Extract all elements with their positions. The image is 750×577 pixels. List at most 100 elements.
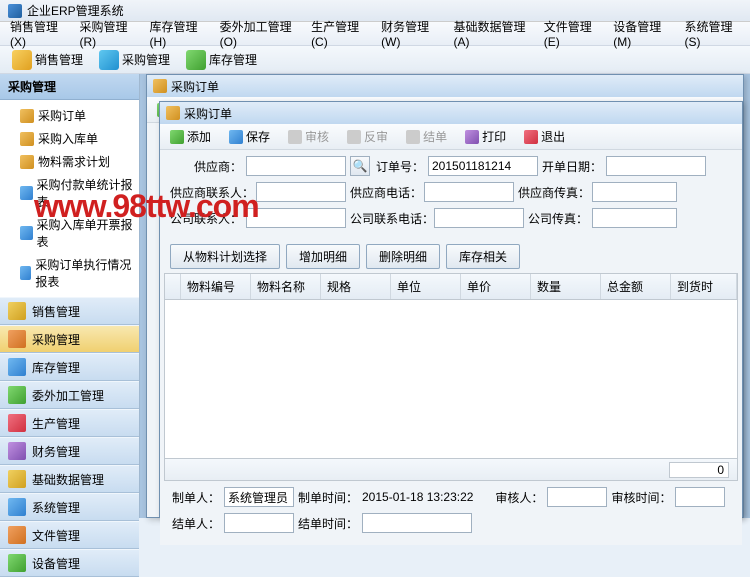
mdi-area: 采购订单 添加采购订单 编辑采购订单 删除 退出 采购订单 添加 保存 审核 反… bbox=[140, 74, 750, 518]
menu-basedata[interactable]: 基础数据管理(A) bbox=[448, 15, 536, 52]
tree-purchase-order[interactable]: 采购订单 bbox=[0, 104, 139, 127]
report-icon bbox=[20, 186, 33, 200]
order-lines-grid[interactable]: 物料编号 物料名称 规格 单位 单价 数量 总金额 到货时 0 bbox=[164, 273, 738, 481]
inner-toolbar: 添加 保存 审核 反审 结单 打印 退出 bbox=[160, 124, 742, 150]
stock-icon bbox=[186, 50, 206, 70]
equipment-icon bbox=[8, 554, 26, 572]
col-unit[interactable]: 单位 bbox=[391, 274, 461, 299]
date-label: 开单日期： bbox=[542, 158, 602, 175]
nav-equipment[interactable]: 设备管理 bbox=[0, 549, 139, 577]
supplier-contact-input[interactable] bbox=[256, 182, 346, 202]
company-phone-input[interactable] bbox=[434, 208, 524, 228]
from-plan-button[interactable]: 从物料计划选择 bbox=[170, 244, 280, 269]
tree-purchase-in[interactable]: 采购入库单 bbox=[0, 127, 139, 150]
supplier-contact-label: 供应商联系人： bbox=[170, 184, 252, 201]
order-footer-form: 制单人： 制单时间： 2015-01-18 13:23:22 审核人： 审核时间… bbox=[160, 481, 742, 545]
grid-body[interactable] bbox=[165, 300, 737, 458]
col-spec[interactable]: 规格 bbox=[321, 274, 391, 299]
nav-files[interactable]: 文件管理 bbox=[0, 521, 139, 549]
sidebar-tree: 采购订单 采购入库单 物料需求计划 采购付款单统计报表 采购入库单开票报表 采购… bbox=[0, 100, 139, 297]
grid-total: 0 bbox=[669, 462, 729, 478]
tree-material-req[interactable]: 物料需求计划 bbox=[0, 150, 139, 173]
tree-exec-report[interactable]: 采购订单执行情况报表 bbox=[0, 253, 139, 293]
print-button[interactable]: 打印 bbox=[461, 126, 510, 147]
nav-production[interactable]: 生产管理 bbox=[0, 409, 139, 437]
date-input[interactable] bbox=[606, 156, 706, 176]
supplier-input[interactable] bbox=[246, 156, 346, 176]
company-contact-label: 公司联系人： bbox=[170, 210, 242, 227]
closetime-input[interactable] bbox=[362, 513, 472, 533]
stock-icon bbox=[8, 358, 26, 376]
nav-purchase[interactable]: 采购管理 bbox=[0, 325, 139, 353]
col-qty[interactable]: 数量 bbox=[531, 274, 601, 299]
company-fax-input[interactable] bbox=[592, 208, 677, 228]
nav-finance[interactable]: 财务管理 bbox=[0, 437, 139, 465]
closer-input[interactable] bbox=[224, 513, 294, 533]
doc-icon bbox=[20, 155, 34, 169]
unaudit-button[interactable]: 反审 bbox=[343, 126, 392, 147]
supplier-search-button[interactable]: 🔍 bbox=[350, 156, 370, 176]
window-icon bbox=[166, 106, 180, 120]
nav-stock[interactable]: 库存管理 bbox=[0, 353, 139, 381]
inner-exit-button[interactable]: 退出 bbox=[520, 126, 569, 147]
menu-equipment[interactable]: 设备管理(M) bbox=[607, 15, 676, 52]
add-button[interactable]: 添加 bbox=[166, 126, 215, 147]
maker-input[interactable] bbox=[224, 487, 294, 507]
toolbar-stock[interactable]: 库存管理 bbox=[182, 48, 261, 72]
toolbar-purchase-label: 采购管理 bbox=[122, 51, 170, 68]
company-contact-input[interactable] bbox=[246, 208, 346, 228]
tree-invoice-report[interactable]: 采购入库单开票报表 bbox=[0, 213, 139, 253]
basedata-icon bbox=[8, 470, 26, 488]
close-order-button[interactable]: 结单 bbox=[402, 126, 451, 147]
nav-basedata[interactable]: 基础数据管理 bbox=[0, 465, 139, 493]
sidebar: 采购管理 采购订单 采购入库单 物料需求计划 采购付款单统计报表 采购入库单开票… bbox=[0, 74, 140, 518]
col-total[interactable]: 总金额 bbox=[601, 274, 671, 299]
orderno-input[interactable] bbox=[428, 156, 538, 176]
nav-sales[interactable]: 销售管理 bbox=[0, 297, 139, 325]
col-arrival[interactable]: 到货时 bbox=[671, 274, 737, 299]
delete-line-button[interactable]: 删除明细 bbox=[366, 244, 440, 269]
window-icon bbox=[153, 79, 167, 93]
menu-stock[interactable]: 库存管理(H) bbox=[144, 15, 212, 52]
supplier-phone-input[interactable] bbox=[424, 182, 514, 202]
menu-outsource[interactable]: 委外加工管理(O) bbox=[214, 15, 303, 52]
company-phone-label: 公司联系电话： bbox=[350, 210, 430, 227]
doc-icon bbox=[20, 109, 34, 123]
sales-icon bbox=[12, 50, 32, 70]
supplier-fax-input[interactable] bbox=[592, 182, 677, 202]
save-button[interactable]: 保存 bbox=[225, 126, 274, 147]
col-price[interactable]: 单价 bbox=[461, 274, 531, 299]
line-buttons: 从物料计划选择 增加明细 删除明细 库存相关 bbox=[160, 240, 742, 273]
toolbar-purchase[interactable]: 采购管理 bbox=[95, 48, 174, 72]
col-material-code[interactable]: 物料编号 bbox=[181, 274, 251, 299]
col-material-name[interactable]: 物料名称 bbox=[251, 274, 321, 299]
doc-icon bbox=[20, 132, 34, 146]
outer-window-title[interactable]: 采购订单 bbox=[147, 75, 743, 97]
grid-footer: 0 bbox=[165, 458, 737, 480]
audittime-input[interactable] bbox=[675, 487, 725, 507]
finance-icon bbox=[8, 442, 26, 460]
order-header-form: 供应商： 🔍 订单号： 开单日期： 供应商联系人： 供应商电话： 供应商传真： bbox=[160, 150, 742, 240]
tree-payment-report[interactable]: 采购付款单统计报表 bbox=[0, 173, 139, 213]
menu-production[interactable]: 生产管理(C) bbox=[305, 15, 373, 52]
purchase-icon bbox=[99, 50, 119, 70]
menu-files[interactable]: 文件管理(E) bbox=[538, 15, 605, 52]
nav-system[interactable]: 系统管理 bbox=[0, 493, 139, 521]
auditor-input[interactable] bbox=[547, 487, 607, 507]
audittime-label: 审核时间： bbox=[611, 489, 671, 506]
unaudit-icon bbox=[347, 130, 361, 144]
toolbar-sales[interactable]: 销售管理 bbox=[8, 48, 87, 72]
outsource-icon bbox=[8, 386, 26, 404]
menu-finance[interactable]: 财务管理(W) bbox=[375, 15, 445, 52]
menu-system[interactable]: 系统管理(S) bbox=[679, 15, 746, 52]
audit-button[interactable]: 审核 bbox=[284, 126, 333, 147]
save-icon bbox=[229, 130, 243, 144]
menu-sales[interactable]: 销售管理(X) bbox=[4, 15, 71, 52]
stock-related-button[interactable]: 库存相关 bbox=[446, 244, 520, 269]
grid-header: 物料编号 物料名称 规格 单位 单价 数量 总金额 到货时 bbox=[165, 274, 737, 300]
inner-window-title[interactable]: 采购订单 bbox=[160, 102, 742, 124]
nav-outsource[interactable]: 委外加工管理 bbox=[0, 381, 139, 409]
add-line-button[interactable]: 增加明细 bbox=[286, 244, 360, 269]
menu-purchase[interactable]: 采购管理(R) bbox=[73, 15, 141, 52]
closetime-label: 结单时间： bbox=[298, 515, 358, 532]
